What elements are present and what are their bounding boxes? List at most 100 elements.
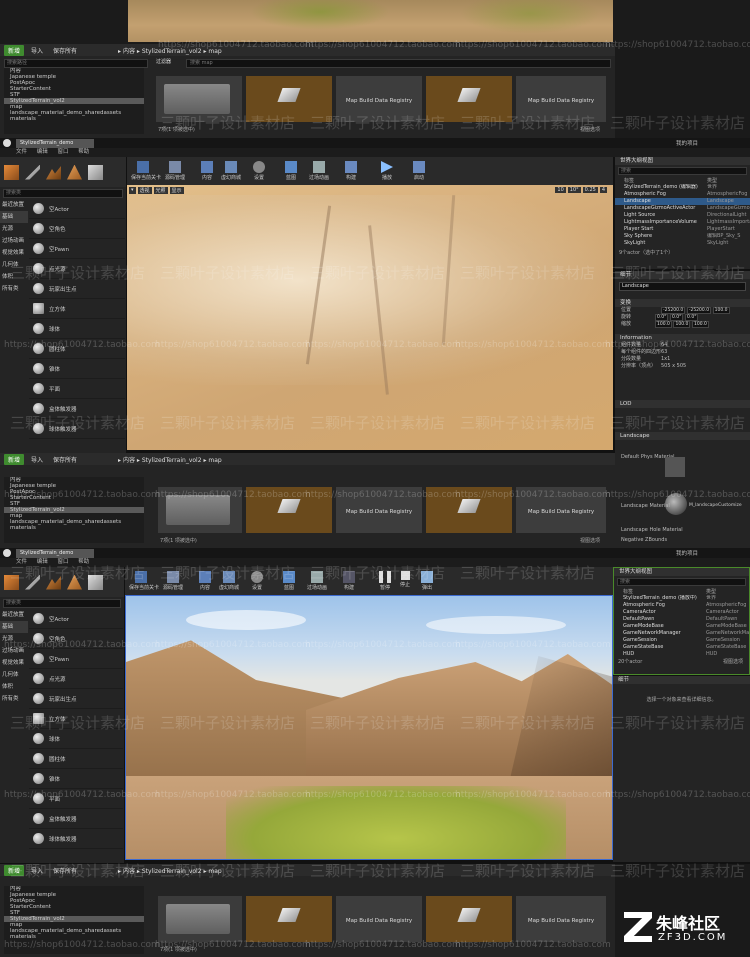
place-item[interactable]: 盒体触发器 <box>29 399 125 419</box>
outliner-row[interactable]: SkyLight SkyLight <box>615 240 750 247</box>
menu-help[interactable]: 帮助 <box>78 559 89 565</box>
place-item[interactable]: 空Pawn <box>29 649 123 669</box>
category-visual-effects[interactable]: 视觉效果 <box>0 657 28 669</box>
transform-section[interactable]: 变换 <box>615 299 750 307</box>
project-tab[interactable]: 我的项目 <box>676 139 698 147</box>
place-mode-icon[interactable] <box>4 164 19 180</box>
place-item[interactable]: 球体触发器 <box>29 419 125 439</box>
place-item[interactable]: 空Actor <box>29 609 123 629</box>
asset-map-thumbnail[interactable] <box>426 487 512 533</box>
outliner-row[interactable]: LandscapeGizmoActiveActor LandscapeGizmo <box>615 205 750 212</box>
asset-folder[interactable] <box>158 487 242 533</box>
place-item[interactable]: 空Actor <box>29 199 125 219</box>
place-item[interactable]: 球体 <box>29 319 125 339</box>
place-mode-icon[interactable] <box>4 574 19 590</box>
column-type[interactable]: 类型 <box>706 588 716 595</box>
rotation-z[interactable]: 0.0° <box>685 314 699 321</box>
outliner-row[interactable]: GameModeBase GameModeBase <box>614 623 749 630</box>
category-basic[interactable]: 基础 <box>0 211 28 223</box>
breadcrumb-item[interactable]: 内容 <box>123 48 135 55</box>
landscape-mode-icon[interactable] <box>46 166 61 180</box>
asset-build-data[interactable]: Map Build Data Registry <box>336 487 422 533</box>
location-z[interactable]: 100.0 <box>712 307 730 314</box>
paint-mode-icon[interactable] <box>25 574 40 590</box>
filter-button[interactable]: 过滤器 <box>156 59 182 66</box>
view-options-button[interactable]: 视图选项 <box>723 658 743 665</box>
outliner-search-input[interactable]: 搜索 <box>617 578 746 586</box>
outliner-row[interactable]: LightmassImportanceVolume LightmassImport… <box>615 219 750 226</box>
save-all-button[interactable]: 保存所有 <box>50 45 80 56</box>
modes-search-input[interactable]: 搜索类 <box>3 189 123 198</box>
lod-section[interactable]: LOD <box>615 400 750 408</box>
place-item[interactable]: 锥体 <box>29 769 123 789</box>
tree-item[interactable]: materials <box>4 116 144 122</box>
foliage-mode-icon[interactable] <box>67 164 82 180</box>
scale-y[interactable]: 100.0 <box>673 321 691 328</box>
information-section[interactable]: Information <box>615 334 750 342</box>
details-tab[interactable]: 细节 <box>613 676 750 684</box>
place-item[interactable]: 锥体 <box>29 359 125 379</box>
rotation-x[interactable]: 0.0° <box>655 314 669 321</box>
view-options-button[interactable]: 视图选项 <box>580 537 600 544</box>
geometry-mode-icon[interactable] <box>88 164 103 180</box>
menu-edit[interactable]: 编辑 <box>37 149 48 155</box>
breadcrumb-item[interactable]: StylizedTerrain_vol2 <box>142 457 202 464</box>
location-y[interactable]: -25200.0 <box>686 307 712 314</box>
place-item[interactable]: 空Pawn <box>29 239 125 259</box>
show-button[interactable]: 显示 <box>169 187 184 194</box>
asset-map-thumbnail[interactable] <box>246 76 332 122</box>
breadcrumb-item[interactable]: map <box>208 868 221 875</box>
menu-file[interactable]: 文件 <box>16 559 27 565</box>
breadcrumb-item[interactable]: 内容 <box>123 868 135 875</box>
import-button[interactable]: 导入 <box>28 865 46 876</box>
asset-map-thumbnail[interactable] <box>426 896 512 942</box>
asset-folder[interactable] <box>156 76 242 122</box>
outliner-row[interactable]: GameStateBase GameStateBase <box>614 644 749 651</box>
details-tab[interactable]: 细节 <box>615 271 750 279</box>
breadcrumb-item[interactable]: StylizedTerrain_vol2 <box>142 48 202 55</box>
outliner-row[interactable]: Sky Sphere 编辑BP_Sky_S <box>615 233 750 240</box>
outliner-row[interactable]: Light Source DirectionalLight <box>615 212 750 219</box>
landscape-section[interactable]: Landscape <box>615 432 750 440</box>
asset-search-input[interactable]: 搜索 map <box>186 59 611 68</box>
asset-map-thumbnail[interactable] <box>426 76 512 122</box>
place-item[interactable]: 平面 <box>29 379 125 399</box>
asset-folder[interactable] <box>158 896 242 942</box>
place-item[interactable]: 立方体 <box>29 299 125 319</box>
place-item[interactable]: 空角色 <box>29 219 125 239</box>
rotation-snap-value[interactable]: 10° <box>567 187 581 193</box>
menu-window[interactable]: 窗口 <box>58 149 69 155</box>
scale-x[interactable]: 100.0 <box>655 321 672 328</box>
place-item[interactable]: 玩家出生点 <box>29 689 123 709</box>
asset-map-thumbnail[interactable] <box>246 896 332 942</box>
asset-map-thumbnail[interactable] <box>246 487 332 533</box>
place-item[interactable]: 盒体触发器 <box>29 809 123 829</box>
menu-file[interactable]: 文件 <box>16 149 27 155</box>
category-all-classes[interactable]: 所有类 <box>0 283 28 295</box>
category-cinematic[interactable]: 过场动画 <box>0 645 28 657</box>
foliage-mode-icon[interactable] <box>67 574 82 590</box>
save-all-button[interactable]: 保存所有 <box>50 865 80 876</box>
location-x[interactable]: -25200.0 <box>661 307 686 314</box>
tree-item[interactable]: materials <box>4 525 144 531</box>
view-options-button[interactable]: 视图选项 <box>580 126 600 133</box>
tree-item[interactable]: materials <box>4 934 144 940</box>
place-item[interactable]: 球体 <box>29 729 123 749</box>
place-item[interactable]: 平面 <box>29 789 123 809</box>
outliner-row[interactable]: Landscape Landscape <box>615 198 750 205</box>
place-item[interactable]: 点光源 <box>29 259 125 279</box>
geometry-mode-icon[interactable] <box>88 574 103 590</box>
breadcrumb-item[interactable]: map <box>208 48 221 55</box>
menu-help[interactable]: 帮助 <box>78 149 89 155</box>
scale-snap-value[interactable]: 0.25 <box>582 187 598 193</box>
place-item[interactable]: 圆柱体 <box>29 339 125 359</box>
add-new-button[interactable]: 新增 <box>4 453 25 465</box>
outliner-row[interactable]: GameSession GameSession <box>614 637 749 644</box>
category-recent[interactable]: 最近放置 <box>0 199 28 211</box>
category-cinematic[interactable]: 过场动画 <box>0 235 28 247</box>
outliner-row[interactable]: Atmospheric Fog AtmosphericFog <box>615 191 750 198</box>
category-volumes[interactable]: 体积 <box>0 271 28 283</box>
import-button[interactable]: 导入 <box>28 454 46 465</box>
level-tab[interactable]: StylizedTerrain_demo <box>16 549 94 558</box>
outliner-row[interactable]: HUD HUD <box>614 651 749 658</box>
